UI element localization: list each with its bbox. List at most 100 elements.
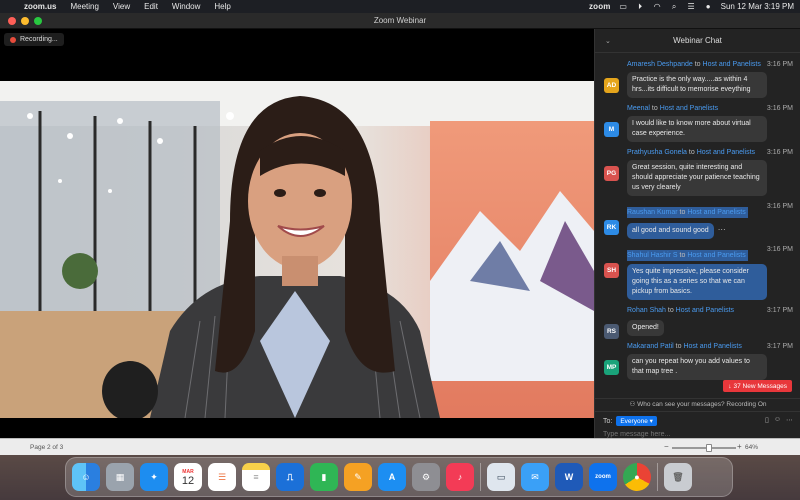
file-icon[interactable]: ▯ xyxy=(765,416,769,424)
page-indicator: Page 2 of 3 xyxy=(30,444,64,451)
mail-icon[interactable]: ✉ xyxy=(521,463,549,491)
chevron-down-icon[interactable]: ⌄ xyxy=(605,37,611,45)
chat-message[interactable]: Makarand Patil to Host and Panelists 3:1… xyxy=(595,341,800,380)
calendar-icon[interactable]: MAR 12 xyxy=(174,463,202,491)
menu-item-view[interactable]: View xyxy=(113,2,130,11)
people-icon: ⚇ xyxy=(629,401,636,408)
app-store-icon[interactable]: A xyxy=(378,463,406,491)
play-icon[interactable]: ⏵ xyxy=(636,2,645,11)
fullscreen-window-button[interactable] xyxy=(34,16,42,25)
safari-icon[interactable]: ✦ xyxy=(140,463,168,491)
music-icon[interactable]: ♪ xyxy=(446,463,474,491)
video-area: Recording... xyxy=(0,29,594,450)
to-label: To: xyxy=(603,417,613,425)
message-to-label: to xyxy=(651,105,658,112)
finder-icon[interactable]: ☺ xyxy=(72,463,100,491)
chat-message[interactable]: Rohan Shah to Host and Panelists 3:17 PM… xyxy=(595,305,800,339)
menu-item-meeting[interactable]: Meeting xyxy=(70,2,98,11)
chat-message-list[interactable]: Amaresh Deshpande to Host and Panelists … xyxy=(595,54,800,406)
message-to-label: to xyxy=(679,209,686,216)
message-sender: Makarand Patil xyxy=(627,343,674,350)
message-text: Opened! xyxy=(627,320,664,336)
close-window-button[interactable] xyxy=(8,16,16,25)
message-to-label: to xyxy=(688,149,695,156)
recipient-dropdown[interactable]: Everyone ▾ xyxy=(616,416,657,426)
minimize-window-button[interactable] xyxy=(21,16,29,25)
menu-datetime[interactable]: Sun 12 Mar 3:19 PM xyxy=(721,2,794,11)
chat-message[interactable]: Shahul Hashir S to Host and Panelists 3:… xyxy=(595,244,800,300)
trash-icon[interactable]: 🗑 xyxy=(664,463,692,491)
zoom-slider-handle[interactable] xyxy=(706,444,712,452)
message-target: Host and Panelists xyxy=(687,252,746,259)
message-time: 3:17 PM xyxy=(766,343,793,350)
message-to-label: to xyxy=(694,61,701,68)
chat-message[interactable]: Raushan Kumar to Host and Panelists 3:16… xyxy=(595,201,800,239)
menu-item-edit[interactable]: Edit xyxy=(144,2,158,11)
chat-message[interactable]: Amaresh Deshpande to Host and Panelists … xyxy=(595,59,800,98)
message-text: Practice is the only way.....as within 4… xyxy=(627,72,767,98)
recording-indicator[interactable]: Recording... xyxy=(4,33,64,46)
video-frame-illustration xyxy=(0,81,594,418)
pages-icon[interactable]: ✎ xyxy=(344,463,372,491)
zoom-slider[interactable] xyxy=(672,447,736,449)
control-center-icon[interactable]: ☰ xyxy=(687,2,696,11)
message-time: 3:16 PM xyxy=(766,61,793,68)
menu-item-window[interactable]: Window xyxy=(172,2,200,11)
wifi-icon[interactable]: ◠ xyxy=(653,2,662,11)
zoom-window: Zoom Webinar Recording... ⌄ Webinar Chat… xyxy=(0,13,800,450)
menu-item-help[interactable]: Help xyxy=(214,2,230,11)
siri-icon[interactable]: ● xyxy=(704,2,713,11)
avatar: AD xyxy=(604,78,619,93)
message-text: Great session, quite interesting and sho… xyxy=(627,160,767,196)
calendar-day: 12 xyxy=(181,475,195,487)
message-time: 3:16 PM xyxy=(766,105,793,112)
message-sender: Amaresh Deshpande xyxy=(627,61,693,68)
zoom-status-icon[interactable]: zoom xyxy=(589,2,611,11)
numbers-icon[interactable]: ▮ xyxy=(310,463,338,491)
message-target: Host and Panelists xyxy=(696,149,756,156)
chat-message[interactable]: Prathyusha Gonela to Host and Panelists … xyxy=(595,147,800,196)
word-icon[interactable]: W xyxy=(555,463,583,491)
chat-privacy-note[interactable]: ⚇ Who can see your messages? Recording O… xyxy=(595,398,800,410)
message-to-label: to xyxy=(667,307,674,314)
message-time: 3:16 PM xyxy=(766,203,793,210)
avatar: PG xyxy=(604,166,619,181)
new-messages-label: 37 New Messages xyxy=(733,382,787,390)
battery-icon[interactable]: ▭ xyxy=(619,2,628,11)
message-sender: Rohan Shah xyxy=(627,307,666,314)
more-icon[interactable]: ⋯ xyxy=(786,416,793,424)
launchpad-icon[interactable]: ▦ xyxy=(106,463,134,491)
dock-separator xyxy=(657,463,658,491)
menu-app-name[interactable]: zoom.us xyxy=(24,2,56,11)
privacy-note-text: Who can see your messages? Recording On xyxy=(637,401,767,408)
message-sender: Prathyusha Gonela xyxy=(627,149,687,156)
message-sender: Shahul Hashir S xyxy=(627,252,678,259)
emoji-icon[interactable]: ☺ xyxy=(774,416,781,424)
recording-label: Recording... xyxy=(20,36,58,43)
chat-message[interactable]: Meenal to Host and Panelists 3:16 PM M I… xyxy=(595,103,800,142)
zoom-out-icon[interactable]: − xyxy=(664,442,669,451)
message-target: Host and Panelists xyxy=(675,307,735,314)
system-settings-icon[interactable]: ⚙ xyxy=(412,463,440,491)
message-sender: Meenal xyxy=(627,105,650,112)
arrow-down-icon: ↓ xyxy=(728,382,732,390)
webinar-chat-panel: ⌄ Webinar Chat Amaresh Deshpande to Host… xyxy=(594,29,800,450)
zoom-in-icon[interactable]: + xyxy=(737,442,742,451)
message-sender: Raushan Kumar xyxy=(627,209,678,216)
message-target: Host and Panelists xyxy=(683,343,742,350)
chrome-icon[interactable]: ● xyxy=(623,463,651,491)
search-icon[interactable]: ⌕ xyxy=(670,2,679,11)
message-text: all good and sound good xyxy=(627,223,714,239)
new-messages-button[interactable]: ↓ 37 New Messages xyxy=(723,380,792,392)
recipient-value: Everyone xyxy=(620,418,648,425)
preview-icon[interactable]: ▭ xyxy=(487,463,515,491)
chat-message-input[interactable] xyxy=(603,431,793,438)
zoom-app-icon[interactable]: zoom xyxy=(589,463,617,491)
reminders-icon[interactable]: ☰ xyxy=(208,463,236,491)
message-time: 3:16 PM xyxy=(766,246,793,253)
keynote-icon[interactable]: ⎍ xyxy=(276,463,304,491)
more-options-icon[interactable]: ··· xyxy=(718,225,726,234)
message-text: I would like to know more about virtual … xyxy=(627,116,767,142)
avatar: RK xyxy=(604,220,619,235)
notes-icon[interactable]: ≡ xyxy=(242,463,270,491)
